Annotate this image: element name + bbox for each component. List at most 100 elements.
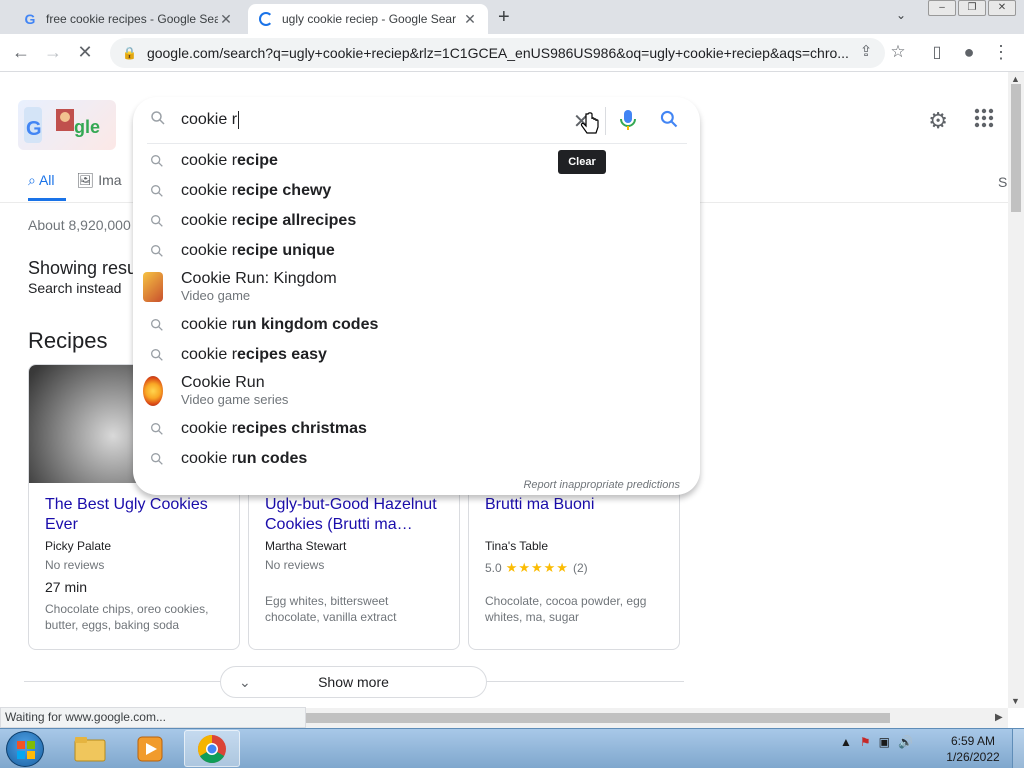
- show-hidden-icons-arrow[interactable]: ▲: [840, 735, 852, 749]
- search-icon: [147, 183, 167, 199]
- restore-button[interactable]: ❐: [958, 0, 986, 16]
- recipe-ingredients: Chocolate, cocoa powder, egg whites, ma,…: [485, 594, 647, 624]
- recipe-reviews: No reviews: [265, 558, 325, 572]
- clear-tooltip: Clear: [558, 150, 606, 174]
- search-input[interactable]: cookie r: [181, 111, 240, 129]
- search-divider: [605, 107, 606, 135]
- screen: { "browser": { "tabs": [ {"title": "free…: [0, 0, 1024, 768]
- back-arrow-icon[interactable]: ←: [10, 42, 32, 63]
- lock-icon: 🔒: [122, 46, 137, 60]
- tab-ugly-cookie-reciep[interactable]: ugly cookie reciep - Google Sear ✕: [248, 4, 488, 34]
- chevron-down-icon: ⌄: [239, 673, 251, 690]
- header-icons: ⚙: [928, 108, 994, 134]
- text-caret: [238, 111, 240, 129]
- suggestion-item[interactable]: cookie recipe unique: [133, 236, 700, 266]
- loading-spinner-icon: [258, 11, 274, 27]
- tab-free-cookie-recipes[interactable]: G free cookie recipes - Google Sea ✕: [12, 4, 244, 34]
- suggestion-item[interactable]: cookie recipe allrecipes: [133, 206, 700, 236]
- tab-title: free cookie recipes - Google Sea: [46, 12, 218, 26]
- stop-loading-icon[interactable]: ✕: [74, 42, 96, 63]
- browser-menu-icon[interactable]: ⋮: [990, 42, 1012, 63]
- chrome-taskbar-button[interactable]: [184, 730, 240, 767]
- new-tab-button[interactable]: +: [498, 6, 510, 29]
- suggestion-item[interactable]: cookie run codes: [133, 444, 700, 474]
- search-icon: [147, 317, 167, 333]
- chrome-icon: [198, 734, 226, 763]
- status-bar: Waiting for www.google.com...: [0, 707, 306, 728]
- doodle-icon: G gle: [24, 107, 100, 143]
- action-center-flag-icon[interactable]: ⚑: [860, 735, 871, 749]
- file-explorer-taskbar-button[interactable]: [62, 730, 118, 767]
- bookmark-star-icon[interactable]: ☆: [887, 42, 909, 62]
- address-bar[interactable]: 🔒 google.com/search?q=ugly+cookie+reciep…: [110, 38, 885, 68]
- svg-text:gle: gle: [74, 117, 100, 137]
- horizontal-scroll-thumb[interactable]: [305, 713, 890, 723]
- tab-all[interactable]: ⌕ All: [28, 172, 55, 189]
- cookie-run-thumbnail: [143, 376, 163, 406]
- search-instead-link[interactable]: Search instead: [28, 280, 121, 296]
- suggestion-item[interactable]: cookie recipes christmas: [133, 414, 700, 444]
- recipe-ingredients: Chocolate chips, oreo cookies, butter, e…: [45, 602, 209, 632]
- vertical-scrollbar[interactable]: ▲ ▼: [1008, 72, 1024, 708]
- tab-search-icon[interactable]: ⌄: [896, 8, 906, 22]
- suggestion-item[interactable]: cookie run kingdom codes: [133, 310, 700, 340]
- show-desktop-button[interactable]: [1012, 729, 1024, 768]
- microphone-icon[interactable]: [619, 109, 637, 136]
- side-panel-icon[interactable]: ▯: [926, 42, 948, 62]
- close-window-button[interactable]: ✕: [988, 0, 1016, 16]
- tab-close-icon[interactable]: ✕: [218, 11, 234, 28]
- recipes-heading: Recipes: [28, 328, 108, 353]
- results-count: About 8,920,000: [28, 217, 131, 233]
- search-box[interactable]: cookie r ✕: [133, 97, 700, 143]
- tab-close-icon[interactable]: ✕: [462, 11, 478, 28]
- start-button[interactable]: [6, 731, 44, 767]
- browser-toolbar: ← → ✕ 🔒 google.com/search?q=ugly+cookie+…: [0, 34, 1024, 72]
- hand-cursor-icon: [580, 112, 599, 134]
- suggestion-divider: [147, 143, 687, 144]
- tab-images[interactable]: 🖼 Ima: [77, 172, 122, 189]
- volume-icon[interactable]: 🔊: [898, 735, 913, 749]
- scroll-up-icon[interactable]: ▲: [1011, 74, 1020, 84]
- media-player-taskbar-button[interactable]: [122, 730, 178, 767]
- folder-icon: [74, 736, 106, 761]
- share-icon[interactable]: ⇪: [855, 42, 877, 60]
- scroll-right-icon[interactable]: ▶: [995, 712, 1003, 723]
- scroll-down-icon[interactable]: ▼: [1011, 696, 1020, 706]
- settings-gear-icon[interactable]: ⚙: [928, 108, 948, 134]
- google-apps-icon[interactable]: [974, 108, 994, 134]
- suggestion-entity[interactable]: Cookie Run: Kingdom Video game: [133, 269, 700, 305]
- suggestion-entity[interactable]: Cookie Run Video game series: [133, 373, 700, 409]
- minimize-button[interactable]: –: [928, 0, 956, 16]
- recipe-title[interactable]: Brutti ma Buoni: [485, 495, 665, 515]
- window-controls: – ❐ ✕: [928, 0, 1016, 16]
- search-icon: [147, 243, 167, 259]
- recipe-time: 27 min: [45, 579, 88, 595]
- showing-results-for: Showing resu: [28, 258, 138, 278]
- report-predictions-link[interactable]: Report inappropriate predictions: [523, 479, 680, 491]
- search-autocomplete: cookie r ✕ cookie recipe cookie recipe c…: [133, 97, 700, 495]
- media-player-icon: [137, 736, 163, 761]
- cookie-run-kingdom-thumbnail: [143, 272, 163, 302]
- search-icon: ⌕: [28, 172, 36, 188]
- search-icon: [147, 421, 167, 437]
- taskbar-clock[interactable]: 6:59 AM 1/26/2022: [944, 733, 1002, 765]
- search-submit-icon[interactable]: [659, 109, 679, 134]
- show-more-button[interactable]: ⌄ Show more: [220, 666, 487, 698]
- network-icon[interactable]: ▣: [879, 735, 890, 749]
- search-icon: [147, 347, 167, 363]
- profile-avatar-icon[interactable]: ●: [958, 42, 980, 63]
- search-icon: [147, 153, 167, 169]
- forward-arrow-icon[interactable]: →: [42, 42, 64, 63]
- search-icon: [147, 451, 167, 467]
- recipe-title[interactable]: The Best Ugly Cookies Ever: [45, 495, 225, 535]
- google-doodle-logo[interactable]: G gle: [18, 100, 116, 150]
- suggestion-item[interactable]: cookie recipes easy: [133, 340, 700, 370]
- recipe-title[interactable]: Ugly-but-Good Hazelnut Cookies (Brutti m…: [265, 495, 445, 535]
- suggestion-item[interactable]: cookie recipe chewy: [133, 176, 700, 206]
- search-nav-tabs: ⌕ All 🖼 Ima: [28, 172, 122, 189]
- vertical-scroll-thumb[interactable]: [1011, 84, 1021, 212]
- suggestion-item[interactable]: cookie recipe: [133, 146, 700, 176]
- tools-tab-partial[interactable]: S: [998, 174, 1007, 190]
- svg-text:G: G: [26, 118, 42, 140]
- recipe-source: Tina's Table: [485, 539, 548, 553]
